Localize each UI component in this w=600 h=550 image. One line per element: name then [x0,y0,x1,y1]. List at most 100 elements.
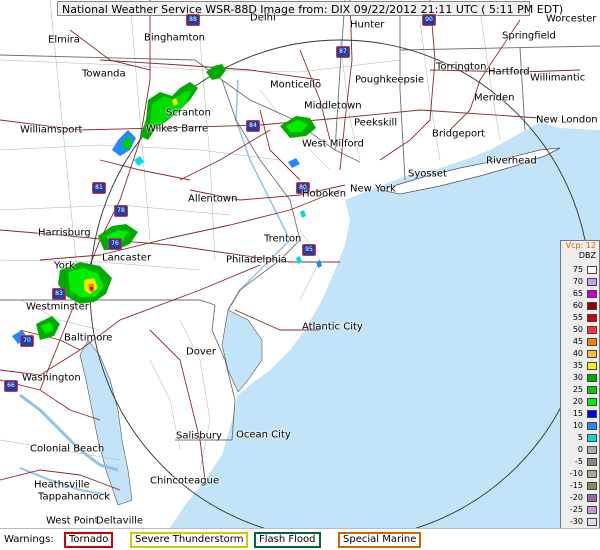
legend-row: 70 [561,277,599,287]
city-label: Middletown [304,100,362,112]
legend-value-label: 60 [572,301,583,310]
legend-value-label: 15 [572,409,583,418]
city-label: Washington [22,372,81,384]
legend-row: 25 [561,385,599,395]
interstate-78-shield: 78 [114,205,128,217]
legend-color-swatch [587,494,597,502]
legend-color-swatch [587,470,597,478]
legend-value-label: -20 [569,493,583,502]
legend-row: -5 [561,457,599,467]
city-label: Harrisburg [38,227,91,239]
city-label: Westminster [26,301,89,313]
delaware-bay [221,309,263,393]
legend-value-label: 0 [577,445,583,454]
legend-value-label: 25 [572,385,583,394]
city-label: Scranton [166,107,211,119]
city-label: Delhi [250,12,276,24]
interstate-95-shield: 95 [302,244,316,256]
city-label: Ocean City [236,429,291,441]
legend-row: 40 [561,349,599,359]
city-label: Elmira [48,34,80,46]
city-label: Lancaster [102,252,152,264]
warning-special-marine-button[interactable]: Special Marine [338,532,422,548]
city-label: Springfield [502,30,556,42]
interstate-88-shield: 88 [186,14,200,26]
warning-tornado-button[interactable]: Tornado [64,532,114,548]
legend-row: -30 [561,517,599,527]
legend-row: 5 [561,433,599,443]
legend-value-label: 65 [572,289,583,298]
legend-color-swatch [587,314,597,322]
legend-value-label: 35 [572,361,583,370]
dbz-unit-label: DBZ [578,251,596,260]
city-label: Salisbury [176,430,222,442]
legend-value-label: 40 [572,349,583,358]
city-label: Syosset [408,168,447,180]
legend-color-swatch [587,422,597,430]
legend-value-label: -15 [569,481,583,490]
legend-value-label: 70 [572,277,583,286]
legend-color-swatch [587,326,597,334]
legend-color-swatch [587,518,597,526]
city-label: Riverhead [486,155,537,167]
city-label: West Point [46,515,99,527]
city-label: Colonial Beach [30,443,105,455]
legend-row: -15 [561,481,599,491]
city-label: Binghamton [144,32,205,44]
city-label: New London [536,114,598,126]
interstate-66-shield: 66 [4,380,18,392]
legend-color-swatch [587,290,597,298]
legend-color-swatch [587,302,597,310]
legend-color-swatch [587,374,597,382]
city-label: Tappahannock [38,491,110,503]
interstate-76-shield: 76 [108,238,122,250]
warning-flash-flood-button[interactable]: Flash Flood [254,532,321,548]
legend-row: 50 [561,325,599,335]
radar-header: National Weather Service WSR-88D Image f… [57,1,563,16]
legend-color-swatch [587,266,597,274]
legend-color-swatch [587,482,597,490]
legend-value-label: 55 [572,313,583,322]
warning-severe-thunderstorm-button[interactable]: Severe Thunderstorm [130,532,249,548]
city-label: Wilkes Barre [146,123,209,135]
legend-row: 20 [561,397,599,407]
legend-color-swatch [587,434,597,442]
legend-value-label: 10 [572,421,583,430]
legend-color-swatch [587,350,597,358]
vcp-label: Vcp: 12 [565,241,596,250]
reflectivity-legend: Vcp: 12 DBZ 75 70 65 60 55 50 45 40 35 30 25 20 15 10… [560,240,600,543]
legend-value-label: -5 [575,457,583,466]
legend-color-swatch [587,338,597,346]
legend-value-label: 5 [577,433,583,442]
legend-value-label: 30 [572,373,583,382]
legend-color-swatch [587,278,597,286]
city-label: Chincoteague [150,475,220,487]
city-label: Bridgeport [432,128,486,140]
city-label: Meriden [474,92,515,104]
warnings-bar: Warnings: Tornado Severe Thunderstorm Fl… [0,528,600,550]
legend-row: -20 [561,493,599,503]
interstate-90-shield: 90 [422,14,436,26]
legend-row: -10 [561,469,599,479]
interstate-83-shield: 83 [52,288,66,300]
city-label: Baltimore [64,332,113,344]
city-label: Towanda [82,68,126,80]
legend-row: 60 [561,301,599,311]
legend-value-label: -10 [569,469,583,478]
city-label: Williamsport [20,124,83,136]
city-label: Hoboken [302,188,347,200]
city-label: Torrington [436,61,487,73]
interstate-84-shield: 84 [246,120,260,132]
city-label: Peekskill [354,117,398,129]
interstate-70-shield: 70 [20,335,34,347]
legend-color-swatch [587,386,597,394]
legend-row: 15 [561,409,599,419]
city-label: New York [350,183,396,195]
city-label: Willimantic [530,72,586,84]
city-label: Monticello [270,79,322,91]
legend-color-swatch [587,398,597,406]
city-label: Trenton [264,233,302,245]
city-label: York [54,260,75,272]
legend-row: 45 [561,337,599,347]
legend-row: 55 [561,313,599,323]
